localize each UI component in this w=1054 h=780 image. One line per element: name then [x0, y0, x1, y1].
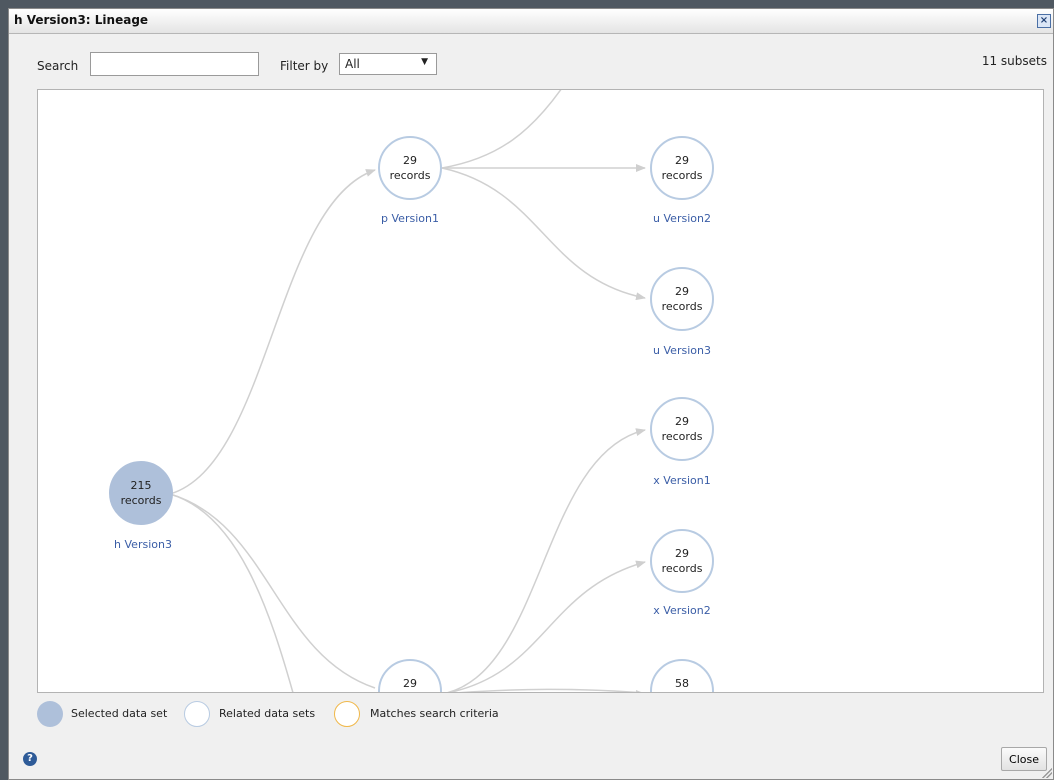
dropdown-arrow-icon: ▼ — [421, 57, 428, 67]
filter-selected-value: All — [345, 57, 360, 71]
legend-matches-label: Matches search criteria — [370, 707, 499, 720]
lineage-canvas[interactable]: 215 records h Version3 29 records p Vers… — [37, 89, 1044, 693]
node-u-version2[interactable]: 29 records — [650, 136, 714, 200]
lineage-dialog: h Version3: Lineage × Search Filter by A… — [8, 8, 1054, 780]
node-unit: records — [389, 169, 431, 182]
node-label-p-version1[interactable]: p Version1 — [350, 212, 470, 225]
dialog-title: h Version3: Lineage — [14, 13, 149, 27]
node-label-x-version1[interactable]: x Version1 — [622, 474, 742, 487]
node-label-u-version2[interactable]: u Version2 — [622, 212, 742, 225]
node-count: 29 — [675, 415, 689, 428]
help-icon[interactable]: ? — [23, 752, 37, 766]
edge-h3-bottom-2 — [169, 493, 294, 692]
node-x-version2[interactable]: 29 records — [650, 529, 714, 593]
node-count: 29 — [675, 154, 689, 167]
node-p-version1[interactable]: 29 records — [378, 136, 442, 200]
node-label-x-version2[interactable]: x Version2 — [622, 604, 742, 617]
node-unit: records — [120, 494, 162, 507]
node-unit: records — [661, 300, 703, 313]
edge-p1-offscreen — [441, 90, 562, 169]
edge-h3-p1 — [169, 169, 376, 495]
dialog-titlebar[interactable]: h Version3: Lineage × — [9, 9, 1053, 34]
search-input[interactable] — [90, 52, 259, 76]
node-count: 29 — [403, 154, 417, 167]
subsets-count: 11 subsets — [981, 54, 1047, 68]
node-unit: records — [662, 691, 703, 692]
node-count: 215 — [130, 479, 152, 492]
node-count: 29 — [675, 547, 689, 560]
node-unit: records — [390, 691, 431, 692]
search-label: Search — [37, 59, 79, 73]
node-label-u-version3[interactable]: u Version3 — [622, 344, 742, 357]
close-button[interactable]: Close — [1001, 747, 1047, 771]
edge-n7-x1 — [446, 428, 646, 692]
edge-h3-bottom-1 — [169, 493, 376, 689]
close-icon[interactable]: × — [1037, 14, 1051, 28]
edge-p1-u3 — [441, 167, 646, 301]
filter-select[interactable]: All ▼ — [339, 53, 437, 75]
filter-label: Filter by — [280, 59, 329, 73]
edge-n7-n8-b — [458, 688, 642, 692]
node-count: 29 — [403, 677, 417, 690]
selected-swatch-icon — [37, 701, 63, 727]
legend-selected-label: Selected data set — [71, 707, 168, 720]
node-h-version3[interactable]: 215 records — [109, 461, 173, 525]
edge-n7-x2 — [447, 560, 646, 692]
node-count: 29 — [675, 285, 689, 298]
node-u-version3[interactable]: 29 records — [650, 267, 714, 331]
node-unit: records — [661, 169, 703, 182]
node-unit: records — [661, 430, 703, 443]
node-label-h-version3[interactable]: h Version3 — [83, 538, 203, 551]
match-swatch-icon — [334, 701, 360, 727]
lineage-edges — [169, 90, 646, 692]
resize-grip-icon[interactable] — [1042, 768, 1052, 778]
node-x-version1[interactable]: 29 records — [650, 397, 714, 461]
legend-related-label: Related data sets — [219, 707, 316, 720]
node-count: 58 — [675, 677, 689, 690]
node-unit: records — [661, 562, 703, 575]
related-swatch-icon — [184, 701, 210, 727]
